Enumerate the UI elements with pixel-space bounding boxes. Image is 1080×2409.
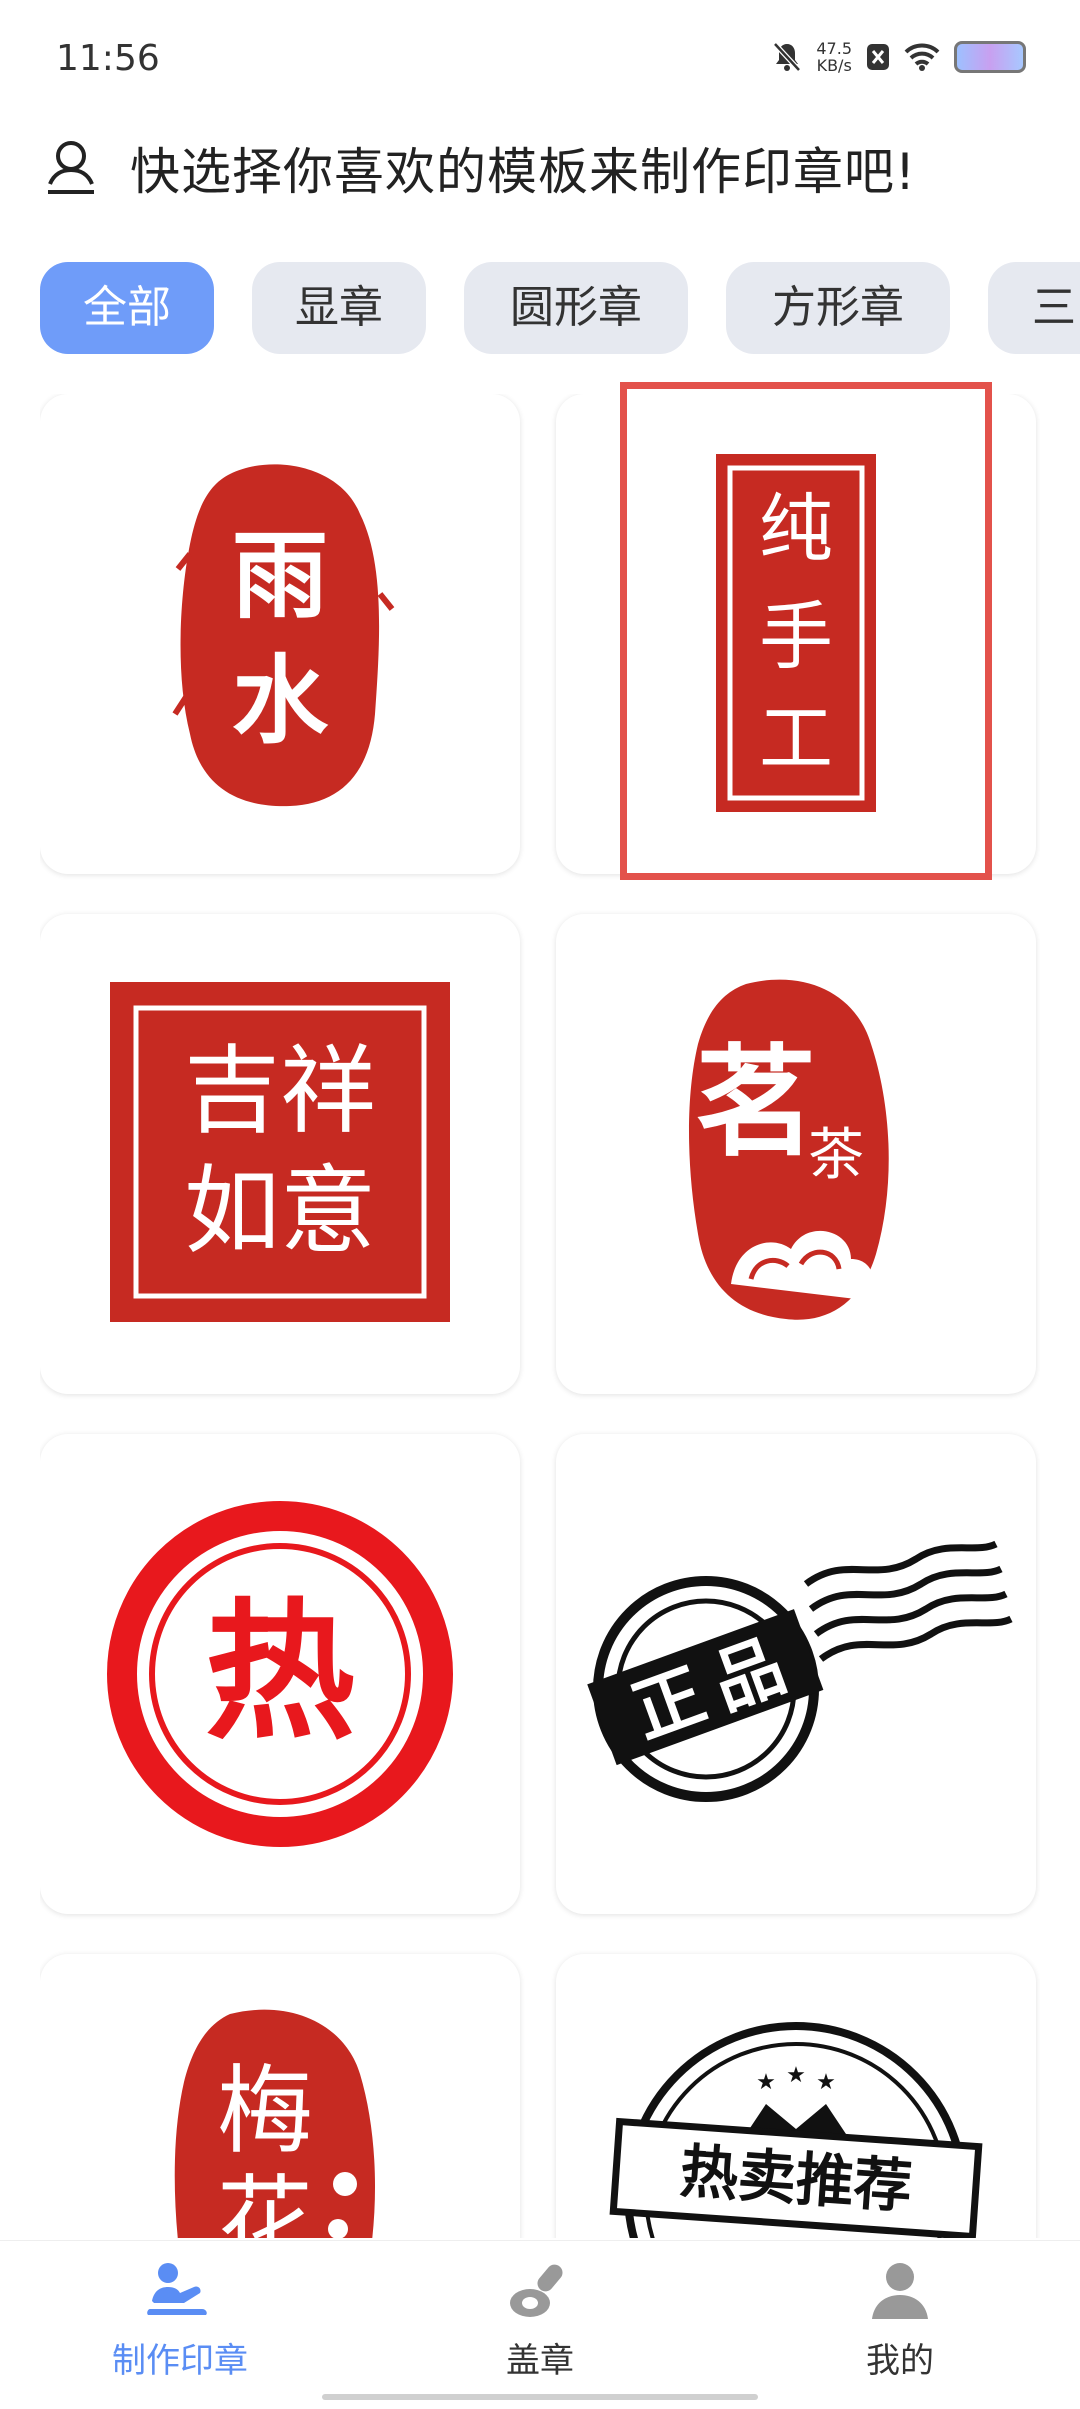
- seal-text-yu: 雨: [232, 519, 328, 632]
- sim-none-icon: [867, 44, 889, 70]
- status-icons: 47.5 KB/s: [772, 40, 1026, 74]
- svg-text:★: ★: [756, 2070, 776, 2095]
- status-bar: 11:56 47.5 KB/s: [0, 0, 1080, 120]
- seal-text-ruyi: 如意: [184, 1155, 376, 1267]
- seal-text-mei: 梅: [217, 2055, 313, 2167]
- tab-xianzhang[interactable]: 显章: [252, 262, 426, 354]
- nav-stamp-label: 盖章: [506, 2341, 574, 2381]
- seal-text-hua: 花: [217, 2165, 313, 2238]
- seal-mingcha: 茗 茶: [689, 979, 889, 1320]
- seal-remaituijian: ★ ★ ★ 热卖推荐: [609, 2022, 983, 2238]
- nav-mine[interactable]: 我的: [750, 2259, 1050, 2382]
- seal-text-jixiang: 吉祥: [184, 1035, 376, 1147]
- tab-square-seal[interactable]: 方形章: [726, 262, 950, 354]
- battery-icon: [954, 41, 1026, 73]
- person-outline-icon: [48, 141, 94, 194]
- seal-text-shui: 水: [232, 644, 329, 757]
- template-card-remaituijian[interactable]: ★ ★ ★ 热卖推荐: [556, 1954, 1036, 2238]
- wifi-icon: [904, 43, 940, 71]
- seal-zhengpin: 正 品: [587, 1540, 1013, 1802]
- seal-jixiangruyi: 吉祥 如意: [110, 982, 450, 1322]
- template-card-zhengpin[interactable]: 正 品: [556, 1434, 1036, 1914]
- tab-round-seal[interactable]: 圆形章: [464, 262, 688, 354]
- svg-text:★: ★: [786, 2063, 806, 2088]
- nav-stamp[interactable]: 盖章: [390, 2259, 690, 2382]
- speed-unit: KB/s: [816, 56, 852, 75]
- network-speed: 47.5 KB/s: [816, 40, 852, 74]
- template-card-mingcha[interactable]: 茗 茶: [556, 914, 1036, 1394]
- svg-text:★: ★: [816, 2070, 836, 2095]
- seal-text-re: 热: [205, 1584, 355, 1760]
- seal-meihua: 梅 花: [174, 2009, 375, 2238]
- selection-highlight: [620, 382, 992, 880]
- seal-text-ming: 茗: [696, 1032, 816, 1173]
- seal-yushui: 雨 水: [172, 464, 395, 807]
- template-card-yushui[interactable]: 雨 水: [40, 394, 520, 874]
- stamp-icon: [510, 2264, 563, 2317]
- make-seal-icon: [147, 2263, 207, 2315]
- profile-icon: [872, 2263, 928, 2319]
- seal-re: 热: [107, 1501, 453, 1847]
- mute-bell-icon: [773, 42, 802, 72]
- template-card-meihua[interactable]: 梅 花: [40, 1954, 520, 2238]
- page-title: 快选择你喜欢的模板来制作印章吧!: [130, 143, 917, 201]
- page-header: 快选择你喜欢的模板来制作印章吧!: [44, 128, 916, 208]
- home-indicator[interactable]: [322, 2394, 758, 2400]
- template-card-re[interactable]: 热: [40, 1434, 520, 1914]
- template-card-jixiangruyi[interactable]: 吉祥 如意: [40, 914, 520, 1394]
- status-time: 11:56: [56, 38, 160, 79]
- bottom-nav: 制作印章 盖章 我的: [0, 2240, 1080, 2409]
- seal-text-cha: 茶: [808, 1123, 864, 1188]
- nav-make-seal-label: 制作印章: [112, 2341, 248, 2381]
- nav-mine-label: 我的: [866, 2341, 934, 2381]
- nav-make-seal[interactable]: 制作印章: [30, 2259, 330, 2382]
- speed-value: 47.5: [816, 39, 852, 58]
- tab-all[interactable]: 全部: [40, 262, 214, 354]
- category-tabs: 全部 显章 圆形章 方形章三: [40, 262, 1080, 354]
- tab-more[interactable]: 三: [988, 262, 1080, 354]
